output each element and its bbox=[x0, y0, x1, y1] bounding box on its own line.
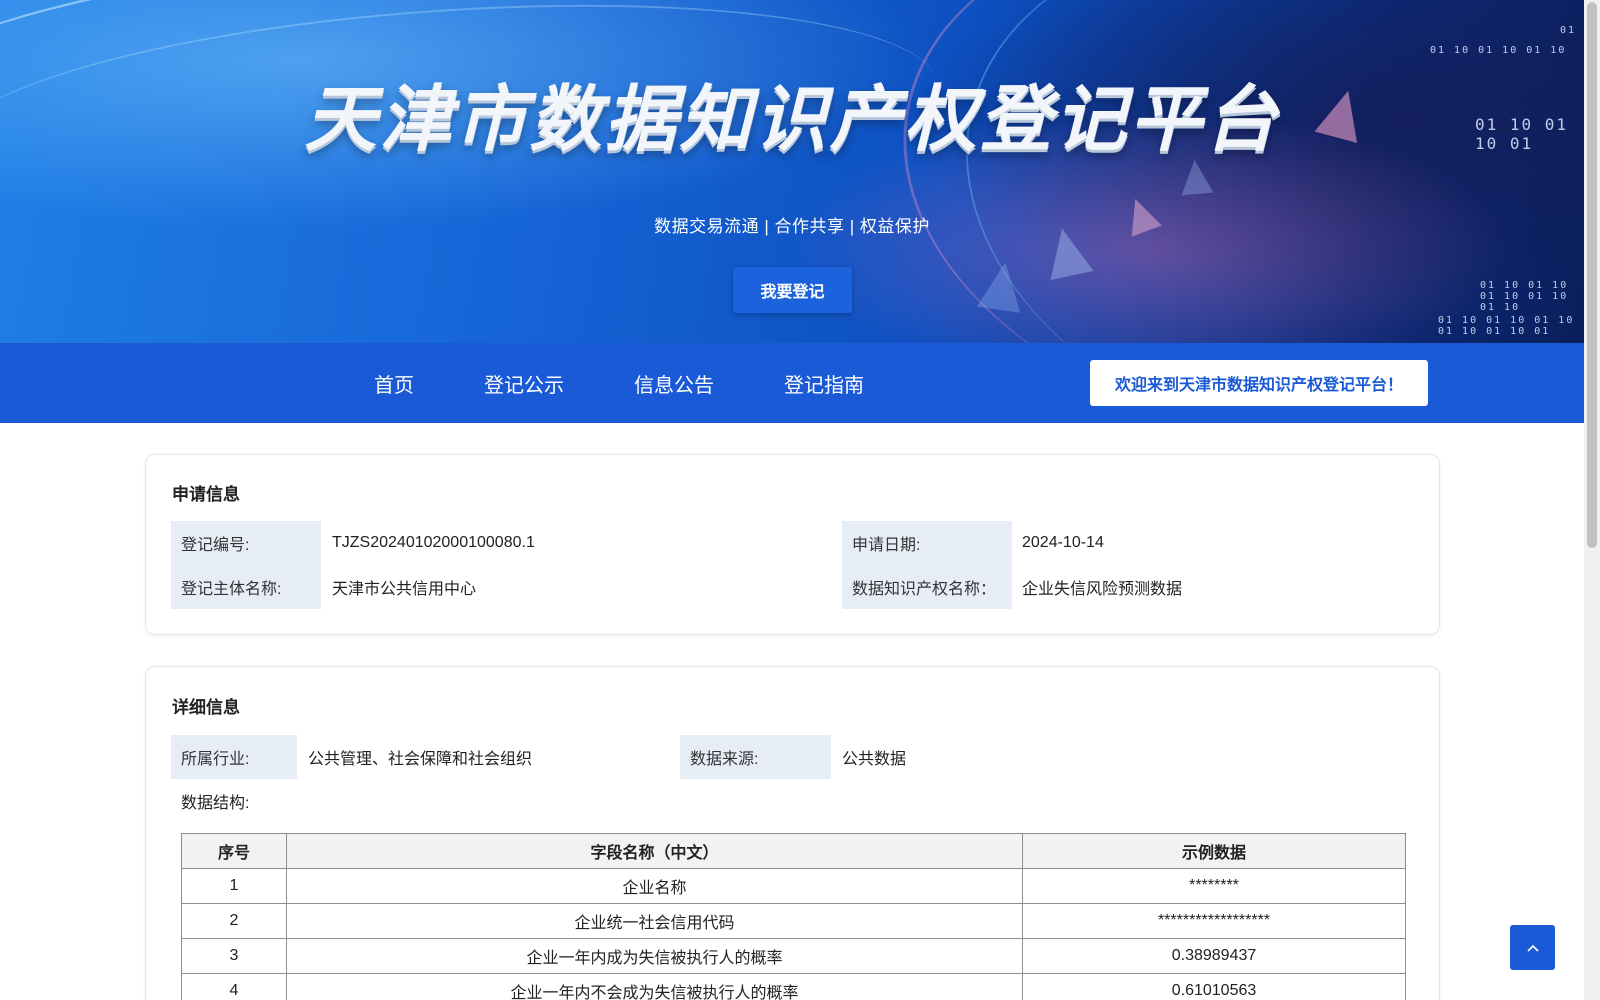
page-scrollbar[interactable] bbox=[1584, 0, 1600, 1000]
welcome-banner: 欢迎来到天津市数据知识产权登记平台！ bbox=[1090, 360, 1428, 406]
application-date: 2024-10-14 bbox=[1022, 534, 1104, 551]
applicant-name: 天津市公共信用中心 bbox=[332, 581, 477, 598]
registration-number: TJZS20240102000100080.1 bbox=[332, 534, 535, 551]
field-label: 数据来源: bbox=[680, 735, 831, 779]
table-cell: 企业统一社会信用代码 bbox=[286, 903, 1023, 939]
table-cell: 4 bbox=[181, 973, 287, 1000]
chevron-up-icon bbox=[1526, 944, 1539, 952]
field-label: 所属行业: bbox=[171, 735, 297, 779]
table-cell: 2 bbox=[181, 903, 287, 939]
field-label: 数据知识产权名称： bbox=[842, 565, 1012, 609]
table-cell: 0.61010563 bbox=[1022, 973, 1406, 1000]
main-nav: 首页 登记公示 信息公告 登记指南 欢迎来到天津市数据知识产权登记平台！ bbox=[0, 343, 1584, 423]
section-title: 申请信息 bbox=[172, 485, 240, 505]
field-label: 申请日期: bbox=[842, 521, 1012, 565]
table-cell: ******** bbox=[1022, 868, 1406, 904]
section-title: 详细信息 bbox=[172, 698, 240, 718]
table-row: 3 企业一年内成为失信被执行人的概率 0.38989437 bbox=[181, 938, 1406, 974]
decorative-triangle bbox=[976, 259, 1028, 313]
data-source-value: 公共数据 bbox=[842, 751, 907, 768]
field-label: 登记主体名称: bbox=[171, 565, 321, 609]
binary-decoration: 01 10 01 10 01 10 01 10 01 10 bbox=[1480, 280, 1569, 313]
column-header: 示例数据 bbox=[1022, 833, 1406, 869]
detail-info-card: 详细信息 所属行业: 公共管理、社会保障和社会组织 数据来源: 公共数据 数据结… bbox=[145, 666, 1440, 1000]
nav-item-home[interactable]: 首页 bbox=[374, 369, 414, 398]
field-label: 登记编号: bbox=[171, 521, 321, 565]
table-header-row: 序号 字段名称（中文） 示例数据 bbox=[181, 833, 1406, 869]
column-header: 序号 bbox=[181, 833, 287, 869]
table-cell: 0.38989437 bbox=[1022, 938, 1406, 974]
table-row: 4 企业一年内不会成为失信被执行人的概率 0.61010563 bbox=[181, 973, 1406, 1000]
table-cell: 3 bbox=[181, 938, 287, 974]
binary-decoration: 01 10 01 10 01 10 01 10 01 10 01 bbox=[1438, 315, 1575, 337]
nav-item-guide[interactable]: 登记指南 bbox=[784, 369, 864, 398]
binary-decoration: 01 10 01 10 01 10 bbox=[1430, 45, 1567, 56]
table-cell: 1 bbox=[181, 868, 287, 904]
column-header: 字段名称（中文） bbox=[286, 833, 1023, 869]
table-cell: 企业一年内不会成为失信被执行人的概率 bbox=[286, 973, 1023, 1000]
table-row: 2 企业统一社会信用代码 ****************** bbox=[181, 903, 1406, 939]
back-to-top-button[interactable] bbox=[1510, 925, 1555, 970]
table-cell: 企业一年内成为失信被执行人的概率 bbox=[286, 938, 1023, 974]
data-structure-table: 序号 字段名称（中文） 示例数据 1 企业名称 ******** 2 企业统一社… bbox=[181, 833, 1406, 1000]
register-button[interactable]: 我要登记 bbox=[733, 267, 852, 313]
industry-value: 公共管理、社会保障和社会组织 bbox=[308, 751, 533, 768]
site-slogan: 数据交易流通 | 合作共享 | 权益保护 bbox=[654, 217, 930, 236]
nav-item-announcements[interactable]: 信息公告 bbox=[634, 369, 714, 398]
site-title: 天津市数据知识产权登记平台 bbox=[304, 77, 1280, 161]
table-cell: 企业名称 bbox=[286, 868, 1023, 904]
application-info-card: 申请信息 登记编号: TJZS20240102000100080.1 登记主体名… bbox=[145, 454, 1440, 635]
data-structure-label: 数据结构: bbox=[181, 795, 250, 812]
table-row: 1 企业名称 ******** bbox=[181, 868, 1406, 904]
scrollbar-thumb[interactable] bbox=[1587, 2, 1597, 548]
nav-item-registration-public[interactable]: 登记公示 bbox=[484, 369, 564, 398]
hero-banner: 01 10 01 10 01 10 01 10 01 10 01 01 10 0… bbox=[0, 0, 1584, 343]
ip-name: 企业失信风险预测数据 bbox=[1022, 581, 1183, 598]
table-cell: ****************** bbox=[1022, 903, 1406, 939]
binary-decoration: 01 bbox=[1560, 25, 1577, 36]
